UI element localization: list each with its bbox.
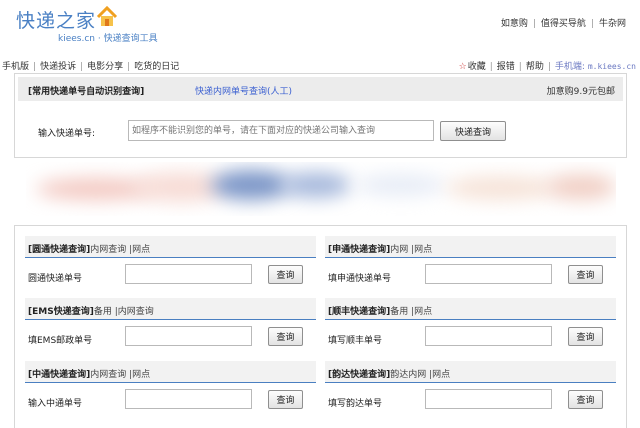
nav-foodie-diary[interactable]: 吃货的日记 [134,62,179,72]
courier-header: [EMS快递查询]备用 |内网查询 [25,298,316,320]
top-links: 如意购 | 值得买导航 | 牛杂网 [501,16,626,29]
courier-name-link[interactable]: [中通快递查询] [28,370,90,380]
tracking-number-input[interactable] [128,120,434,141]
yuantong-query-button[interactable]: 查询 [268,265,303,284]
shentong-number-input[interactable] [425,264,552,284]
shentong-query-button[interactable]: 查询 [568,265,603,284]
courier-title: [圆通快递查询]内网查询 |网点 [28,242,150,255]
help-link[interactable]: 帮助 [526,62,544,72]
courier-input-label: 输入中通单号 [28,399,83,409]
manual-query-link[interactable]: 快递内网单号查询(人工) [195,84,292,97]
courier-box-shentong: [申通快递查询]内网 |网点 填申通快递单号 查询 [325,236,616,298]
auto-search-title: [常用快递单号自动识别查询] [28,87,145,97]
top-link-ruyigou[interactable]: 如意购 [501,19,528,29]
courier-title: [韵达快递查询]韵达内网 |网点 [328,367,450,380]
divider: | [547,62,551,72]
mobile-label: 手机端: [554,62,585,72]
divider: | [33,62,37,72]
ems-query-button[interactable]: 查询 [268,327,303,346]
courier-title: [顺丰快递查询]备用 |网点 [328,304,432,317]
site-logo[interactable]: 快递之家 kiees.cn · 快递查询工具 [16,6,186,46]
banner-shape [546,174,616,200]
nav-right: ☆收藏 | 报错 | 帮助 | 手机端: m.kiees.cn [459,59,636,72]
zhongtong-number-input[interactable] [125,389,252,409]
logo-subtitle: kiees.cn · 快递查询工具 [58,34,158,44]
courier-box-ems: [EMS快递查询]备用 |内网查询 填EMS邮政单号 查询 [25,298,316,360]
courier-sub-links[interactable]: 韵达内网 |网点 [390,370,450,380]
courier-header: [申通快递查询]内网 |网点 [325,236,616,258]
courier-name-link[interactable]: [顺丰快递查询] [328,307,390,317]
courier-header: [顺丰快递查询]备用 |网点 [325,298,616,320]
shunfeng-query-button[interactable]: 查询 [568,327,603,346]
courier-input-label: 填申通快递单号 [328,274,392,284]
courier-title: [中通快递查询]内网查询 |网点 [28,367,150,380]
courier-name-link[interactable]: [申通快递查询] [328,245,390,255]
divider: | [532,19,536,29]
house-icon [96,6,118,26]
divider: | [590,19,594,29]
top-link-niuza[interactable]: 牛杂网 [599,19,626,29]
courier-name-link[interactable]: [韵达快递查询] [328,370,390,380]
courier-box-yuantong: [圆通快递查询]内网查询 |网点 圆通快递单号 查询 [25,236,316,298]
courier-sub-links[interactable]: 内网查询 |网点 [90,370,150,380]
yuantong-number-input[interactable] [125,264,252,284]
courier-sub-links[interactable]: 备用 |内网查询 [94,307,154,317]
courier-header: [韵达快递查询]韵达内网 |网点 [325,361,616,383]
banner-ad[interactable] [26,162,616,216]
banner-shape [211,170,291,200]
express-query-button[interactable]: 快递查询 [440,121,506,141]
report-error-link[interactable]: 报错 [497,62,515,72]
banner-shape [281,172,351,198]
tracking-number-label: 输入快递单号: [38,129,96,139]
nav-movies[interactable]: 电影分享 [87,62,123,72]
courier-name-link[interactable]: [圆通快递查询] [28,245,90,255]
yunda-number-input[interactable] [425,389,552,409]
courier-sub-links[interactable]: 内网 |网点 [390,245,432,255]
nav-left: 手机版 | 快递投诉 | 电影分享 | 吃货的日记 [2,59,179,72]
auto-search-header: [常用快递单号自动识别查询] 快递内网单号查询(人工) 加意购9.9元包邮 [18,77,623,101]
ems-number-input[interactable] [125,326,252,346]
divider: | [80,62,84,72]
courier-box-shunfeng: [顺丰快递查询]备用 |网点 填写顺丰单号 查询 [325,298,616,360]
favorite-link[interactable]: ☆收藏 [459,62,486,72]
courier-input-label: 填写韵达单号 [328,399,383,409]
courier-title: [申通快递查询]内网 |网点 [328,242,432,255]
top-link-zhidemai[interactable]: 值得买导航 [541,19,586,29]
star-icon: ☆ [458,62,467,72]
promo-link[interactable]: 加意购9.9元包邮 [547,84,615,97]
nav-complaint[interactable]: 快递投诉 [40,62,76,72]
shunfeng-number-input[interactable] [425,326,552,346]
courier-header: [中通快递查询]内网查询 |网点 [25,361,316,383]
courier-sub-links[interactable]: 备用 |网点 [390,307,432,317]
courier-grid: [圆通快递查询]内网查询 |网点 圆通快递单号 查询 [申通快递查询]内网 |网… [14,225,627,428]
banner-shape [446,176,556,200]
courier-box-zhongtong: [中通快递查询]内网查询 |网点 输入中通单号 查询 [25,361,316,423]
courier-box-yunda: [韵达快递查询]韵达内网 |网点 填写韵达单号 查询 [325,361,616,423]
courier-name-link[interactable]: [EMS快递查询] [28,307,94,317]
courier-header: [圆通快递查询]内网查询 |网点 [25,236,316,258]
mobile-url-link[interactable]: m.kiees.cn [588,62,636,71]
courier-sub-links[interactable]: 内网查询 |网点 [90,245,150,255]
divider: | [127,62,131,72]
courier-input-label: 圆通快递单号 [28,274,83,284]
auto-search-panel: [常用快递单号自动识别查询] 快递内网单号查询(人工) 加意购9.9元包邮 输入… [14,73,627,158]
yunda-query-button[interactable]: 查询 [568,390,603,409]
zhongtong-query-button[interactable]: 查询 [268,390,303,409]
courier-input-label: 填写顺丰单号 [328,336,383,346]
banner-shape [356,174,446,196]
divider: | [518,62,522,72]
courier-input-label: 填EMS邮政单号 [28,336,93,346]
nav-mobile-version[interactable]: 手机版 [2,62,29,72]
logo-text: 快递之家 [16,10,97,32]
divider: | [489,62,493,72]
favorite-label: 收藏 [467,62,486,72]
courier-title: [EMS快递查询]备用 |内网查询 [28,304,154,317]
